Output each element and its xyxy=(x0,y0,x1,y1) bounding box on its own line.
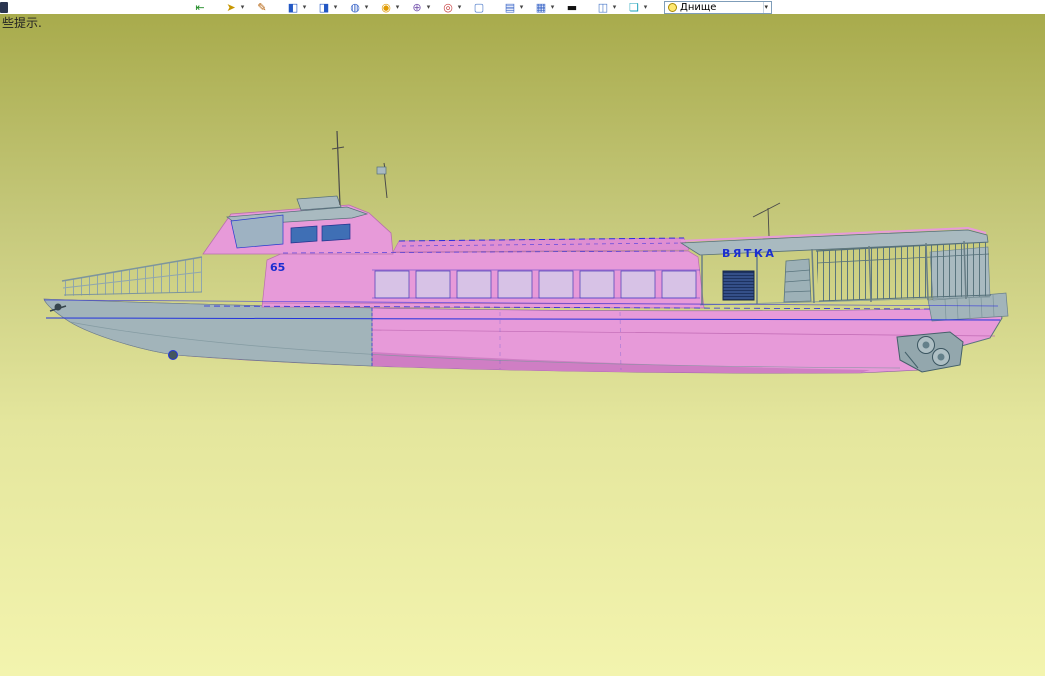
dropdown-caret[interactable]: ▾ xyxy=(548,1,557,14)
dropdown-caret[interactable]: ▾ xyxy=(362,1,371,14)
toolbar-button-panel-toggle[interactable]: ◫ ▾ xyxy=(596,1,619,14)
main-toolbar: ⇤ ➤ ▾ ✎ ◧ ▾ ◨ ▾ ◍ ▾ ◉ ▾ ⊕ ▾ ◎ ▾ ▢ ▤ ▾ ▦ ▾ ▬ ◫ ▾ ❏ ▾… xyxy=(0,0,1045,14)
dropdown-caret[interactable]: ▾ xyxy=(238,1,247,14)
boat-model[interactable]: ВЯТКА 65 xyxy=(0,14,1045,676)
window-layout-icon: ▤ xyxy=(504,0,516,14)
dropdown-caret[interactable]: ▾ xyxy=(641,1,650,14)
toolbar-button-line-style[interactable]: ▬ xyxy=(565,1,588,14)
cabin-roof-strip xyxy=(392,237,690,253)
surface-tool-icon: ◍ xyxy=(350,0,360,14)
line-style-icon: ▬ xyxy=(566,0,578,14)
wheelhouse-side-window-2 xyxy=(321,223,351,242)
dropdown-caret[interactable]: ▾ xyxy=(517,1,526,14)
viewport-frame-icon: ▢ xyxy=(473,0,485,14)
view-combo-value: Днище xyxy=(680,1,717,13)
wheelhouse xyxy=(202,195,394,255)
engine-vent-grille xyxy=(722,270,755,301)
dropdown-caret[interactable]: ▾ xyxy=(300,1,309,14)
hull xyxy=(43,298,1003,374)
porthole xyxy=(168,350,178,360)
clipped-icon xyxy=(0,2,8,13)
toolbar-button-viewport-frame[interactable]: ▢ xyxy=(472,1,495,14)
main-mast xyxy=(336,130,341,206)
sketch-tool-icon: ✎ xyxy=(257,0,267,14)
vessel-name-label: ВЯТКА xyxy=(722,247,776,260)
layers-icon: ❏ xyxy=(629,0,639,14)
toolbar-button-wireframe-sphere[interactable]: ◉ ▾ xyxy=(379,1,402,14)
selection-filter-icon: ➤ xyxy=(226,0,236,14)
dropdown-caret[interactable]: ▾ xyxy=(393,1,402,14)
hull-gray-bow xyxy=(43,298,373,367)
bow-railing xyxy=(61,256,203,296)
view-orientation-combobox[interactable]: Днище ▾ xyxy=(664,0,772,14)
wheelhouse-side-window-1 xyxy=(290,225,318,244)
toolbar-button-selection-filter[interactable]: ➤ ▾ xyxy=(224,1,247,14)
flag xyxy=(376,166,387,175)
wireframe-sphere-icon: ◉ xyxy=(381,0,391,14)
dropdown-caret[interactable]: ▾ xyxy=(455,1,464,14)
wheelhouse-front-window xyxy=(230,214,284,249)
import-model-icon: ⇤ xyxy=(195,0,205,14)
stern-antenna xyxy=(752,202,781,237)
toolbar-button-solid-extrude[interactable]: ◧ ▾ xyxy=(286,1,309,14)
bow-number-label: 65 xyxy=(270,261,285,274)
toolbar-icon-group: ⇤ ➤ ▾ ✎ ◧ ▾ ◨ ▾ ◍ ▾ ◉ ▾ ⊕ ▾ ◎ ▾ ▢ ▤ ▾ ▦ ▾ ▬ ◫ ▾ ❏ ▾ xyxy=(193,1,658,14)
view-orientation-icon: ◎ xyxy=(443,0,453,14)
toolbar-button-view-orientation[interactable]: ◎ ▾ xyxy=(441,1,464,14)
solid-boolean-icon: ◨ xyxy=(318,0,330,14)
dropdown-caret[interactable]: ▾ xyxy=(331,1,340,14)
toolbar-button-window-layout[interactable]: ▤ ▾ xyxy=(503,1,526,14)
masts xyxy=(331,130,781,237)
aft-canopy xyxy=(679,226,992,306)
toolbar-button-layers[interactable]: ❏ ▾ xyxy=(627,1,650,14)
toolbar-button-import-model[interactable]: ⇤ xyxy=(193,1,216,14)
toolbar-button-sketch-tool[interactable]: ✎ xyxy=(255,1,278,14)
toolbar-button-surface-tool[interactable]: ◍ ▾ xyxy=(348,1,371,14)
combo-dropdown-caret[interactable]: ▾ xyxy=(763,1,771,13)
model-viewport[interactable]: 些提示. ВЯТКА 65 xyxy=(0,14,1045,676)
toolbar-button-solid-boolean[interactable]: ◨ ▾ xyxy=(317,1,340,14)
zoom-selection-icon: ⊕ xyxy=(412,0,422,14)
dropdown-caret[interactable]: ▾ xyxy=(424,1,433,14)
panel-toggle-icon: ◫ xyxy=(597,0,609,14)
dropdown-caret[interactable]: ▾ xyxy=(610,1,619,14)
solid-extrude-icon: ◧ xyxy=(287,0,299,14)
lightbulb-icon xyxy=(668,2,677,12)
display-mode-icon: ▦ xyxy=(535,0,547,14)
toolbar-button-display-mode[interactable]: ▦ ▾ xyxy=(534,1,557,14)
toolbar-button-zoom-selection[interactable]: ⊕ ▾ xyxy=(410,1,433,14)
aft-stairs xyxy=(783,258,812,303)
